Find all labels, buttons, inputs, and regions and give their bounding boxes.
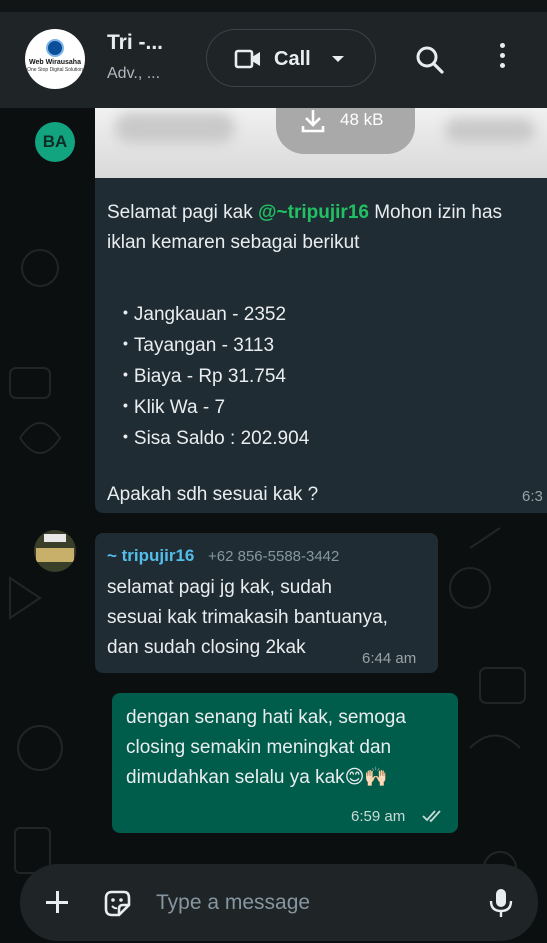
chat-title[interactable]: Tri -... (107, 31, 163, 55)
message-input[interactable] (154, 884, 458, 922)
message-line: closing semakin meningkat dan (126, 737, 392, 758)
search-icon[interactable] (415, 45, 445, 75)
call-button[interactable]: Call (206, 29, 376, 87)
message-line: dimudahkan selalu ya kak😊🙌🏻 (126, 767, 389, 788)
document-preview[interactable]: 48 kB (95, 108, 547, 178)
message-list[interactable]: BA 48 kB Selamat pagi kak @~tripujir16 M… (0, 108, 547, 943)
chat-subtitle[interactable]: Adv., ... (107, 65, 160, 83)
message-text: Mohon izin has (368, 202, 503, 223)
logo-line1: Web Wirausaha (29, 59, 81, 66)
logo-mark-icon (46, 39, 64, 57)
more-vert-icon[interactable] (494, 43, 510, 73)
message-line: iklan kemaren sebagai berikut (107, 232, 360, 253)
incoming-message-bubble[interactable]: ~ tripujir16 +62 856-5588-3442 selamat p… (95, 533, 438, 673)
group-avatar[interactable]: Web Wirausaha One Stop Digital Solution (25, 29, 85, 89)
incoming-message-bubble[interactable]: 48 kB Selamat pagi kak @~tripujir16 Moho… (95, 108, 547, 513)
plus-icon[interactable] (46, 891, 68, 913)
message-line: selamat pagi jg kak, sudah (107, 577, 332, 598)
list-item: • Jangkauan - 2352 (123, 304, 287, 325)
chevron-down-icon[interactable] (332, 56, 344, 62)
sender-name[interactable]: ~ tripujir16 (107, 546, 194, 566)
double-check-icon (422, 810, 441, 823)
download-icon (301, 110, 325, 133)
message-timestamp: 6:3 (522, 488, 543, 505)
sender-phone: +62 856-5588-3442 (208, 548, 340, 565)
message-line: sesuai kak trimakasih bantuanya, (107, 607, 388, 628)
message-timestamp: 6:44 am (362, 650, 417, 667)
message-line: Selamat pagi kak @~tripujir16 Mohon izin… (107, 198, 502, 228)
outgoing-message-bubble[interactable]: dengan senang hati kak, semoga closing s… (112, 693, 458, 833)
message-timestamp: 6:59 am (351, 808, 406, 825)
logo-line2: One Stop Digital Solution (27, 67, 83, 73)
message-composer (20, 864, 538, 941)
list-item: • Sisa Saldo : 202.904 (123, 428, 310, 449)
mic-icon[interactable] (488, 887, 514, 919)
mention-link[interactable]: @~tripujir16 (258, 202, 369, 223)
list-item: • Biaya - Rp 31.754 (123, 366, 286, 387)
list-item: • Klik Wa - 7 (123, 397, 226, 418)
message-line: dengan senang hati kak, semoga (126, 707, 406, 728)
chat-header: Web Wirausaha One Stop Digital Solution … (0, 0, 547, 108)
message-line: dan sudah closing 2kak (107, 637, 306, 658)
download-button[interactable]: 48 kB (276, 108, 415, 154)
message-text: Selamat pagi kak (107, 202, 259, 223)
video-camera-icon (234, 49, 260, 69)
sender-avatar-ba[interactable]: BA (35, 122, 75, 162)
file-size: 48 kB (340, 110, 384, 129)
message-line: Apakah sdh sesuai kak ? (107, 484, 319, 505)
sticker-icon[interactable] (102, 888, 132, 918)
sender-avatar-tripujir16[interactable] (34, 530, 76, 572)
list-item: • Tayangan - 3113 (123, 335, 275, 356)
call-label: Call (274, 48, 311, 70)
